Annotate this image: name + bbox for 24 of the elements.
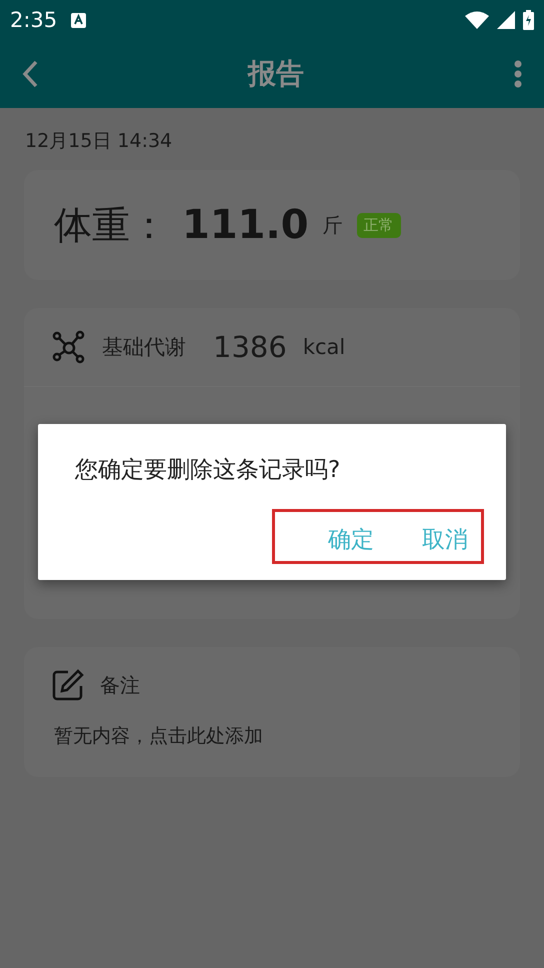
- back-icon[interactable]: [22, 60, 38, 88]
- note-title: 备注: [100, 672, 140, 698]
- keyboard-app-icon: [71, 12, 86, 28]
- molecule-icon: [52, 330, 86, 364]
- dialog-message: 您确定要删除这条记录吗?: [75, 456, 340, 485]
- weight-label: 体重：: [54, 202, 168, 248]
- metric-unit: kcal: [302, 335, 346, 359]
- weight-value: 111.0: [182, 202, 309, 248]
- metric-label: 基础代谢: [102, 334, 187, 361]
- metric-value: 1386: [213, 330, 287, 364]
- page-title: 报告: [246, 56, 305, 92]
- note-placeholder: 暂无内容，点击此处添加: [53, 724, 264, 749]
- record-date: 12月15日 14:34: [24, 129, 174, 154]
- cancel-button[interactable]: 取消: [422, 522, 468, 557]
- edit-icon: [52, 669, 84, 701]
- status-badge: 正常: [356, 212, 401, 238]
- weight-unit: 斤: [322, 212, 343, 238]
- battery-icon: [523, 10, 534, 30]
- confirm-button[interactable]: 确定: [328, 522, 374, 557]
- more-options-icon[interactable]: [514, 60, 522, 88]
- status-time: 2:35: [10, 8, 58, 32]
- wifi-icon: [465, 11, 489, 29]
- note-card[interactable]: 备注 暂无内容，点击此处添加: [24, 647, 520, 777]
- signal-icon: [497, 11, 515, 29]
